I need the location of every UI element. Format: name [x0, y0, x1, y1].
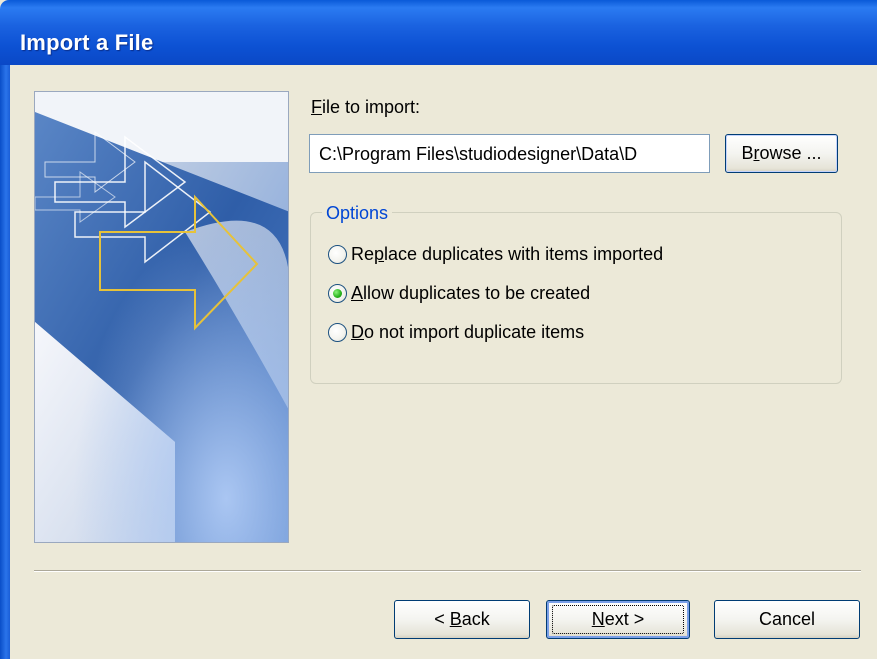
- next-label-accesskey: N: [591, 609, 605, 629]
- browse-button[interactable]: Browse ...: [725, 134, 838, 173]
- options-legend: Options: [322, 203, 393, 224]
- radio-label-prefix: Re: [351, 243, 375, 264]
- import-arrows-icon: [34, 91, 289, 543]
- browse-label-prefix: B: [741, 143, 754, 163]
- radio-allow-duplicates[interactable]: Allow duplicates to be created: [328, 281, 590, 305]
- browse-label-rest: owse ...: [759, 143, 822, 163]
- radio-button-unchecked-icon[interactable]: [328, 322, 347, 342]
- radio-do-not-import-duplicates[interactable]: Do not import duplicate items: [328, 320, 584, 344]
- cancel-button[interactable]: Cancel: [714, 600, 860, 639]
- next-label-rest: ext >: [604, 609, 645, 629]
- back-label-accesskey: B: [449, 609, 462, 629]
- file-path-input[interactable]: C:\Program Files\studiodesigner\Data\D: [309, 134, 710, 173]
- import-file-dialog: Import a File File to import: C:\Program…: [0, 0, 877, 659]
- window-frame-left: [0, 65, 10, 659]
- next-button[interactable]: Next >: [546, 600, 690, 639]
- cancel-label: Cancel: [758, 609, 816, 629]
- radio-button-unchecked-icon[interactable]: [328, 244, 347, 264]
- radio-label-rest: lace duplicates with items imported: [384, 243, 664, 264]
- back-label-prefix: <: [434, 609, 450, 629]
- radio-label-rest: llow duplicates to be created: [363, 282, 591, 303]
- radio-button-checked-icon[interactable]: [328, 283, 347, 303]
- radio-label-accesskey: D: [351, 321, 364, 342]
- footer-separator: [34, 570, 861, 572]
- file-to-import-label: File to import:: [311, 97, 420, 118]
- file-label-accesskey: F: [311, 97, 322, 117]
- title-bar[interactable]: Import a File: [0, 0, 877, 65]
- back-button[interactable]: < Back: [394, 600, 530, 639]
- back-label-rest: ack: [461, 609, 490, 629]
- window-title: Import a File: [20, 30, 154, 55]
- radio-replace-duplicates[interactable]: Re p lace duplicates with items imported: [328, 242, 663, 266]
- radio-label-accesskey: A: [351, 282, 364, 303]
- file-label-text: ile to import:: [322, 97, 421, 117]
- radio-label-rest: o not import duplicate items: [364, 321, 585, 342]
- radio-label-accesskey: p: [374, 243, 385, 264]
